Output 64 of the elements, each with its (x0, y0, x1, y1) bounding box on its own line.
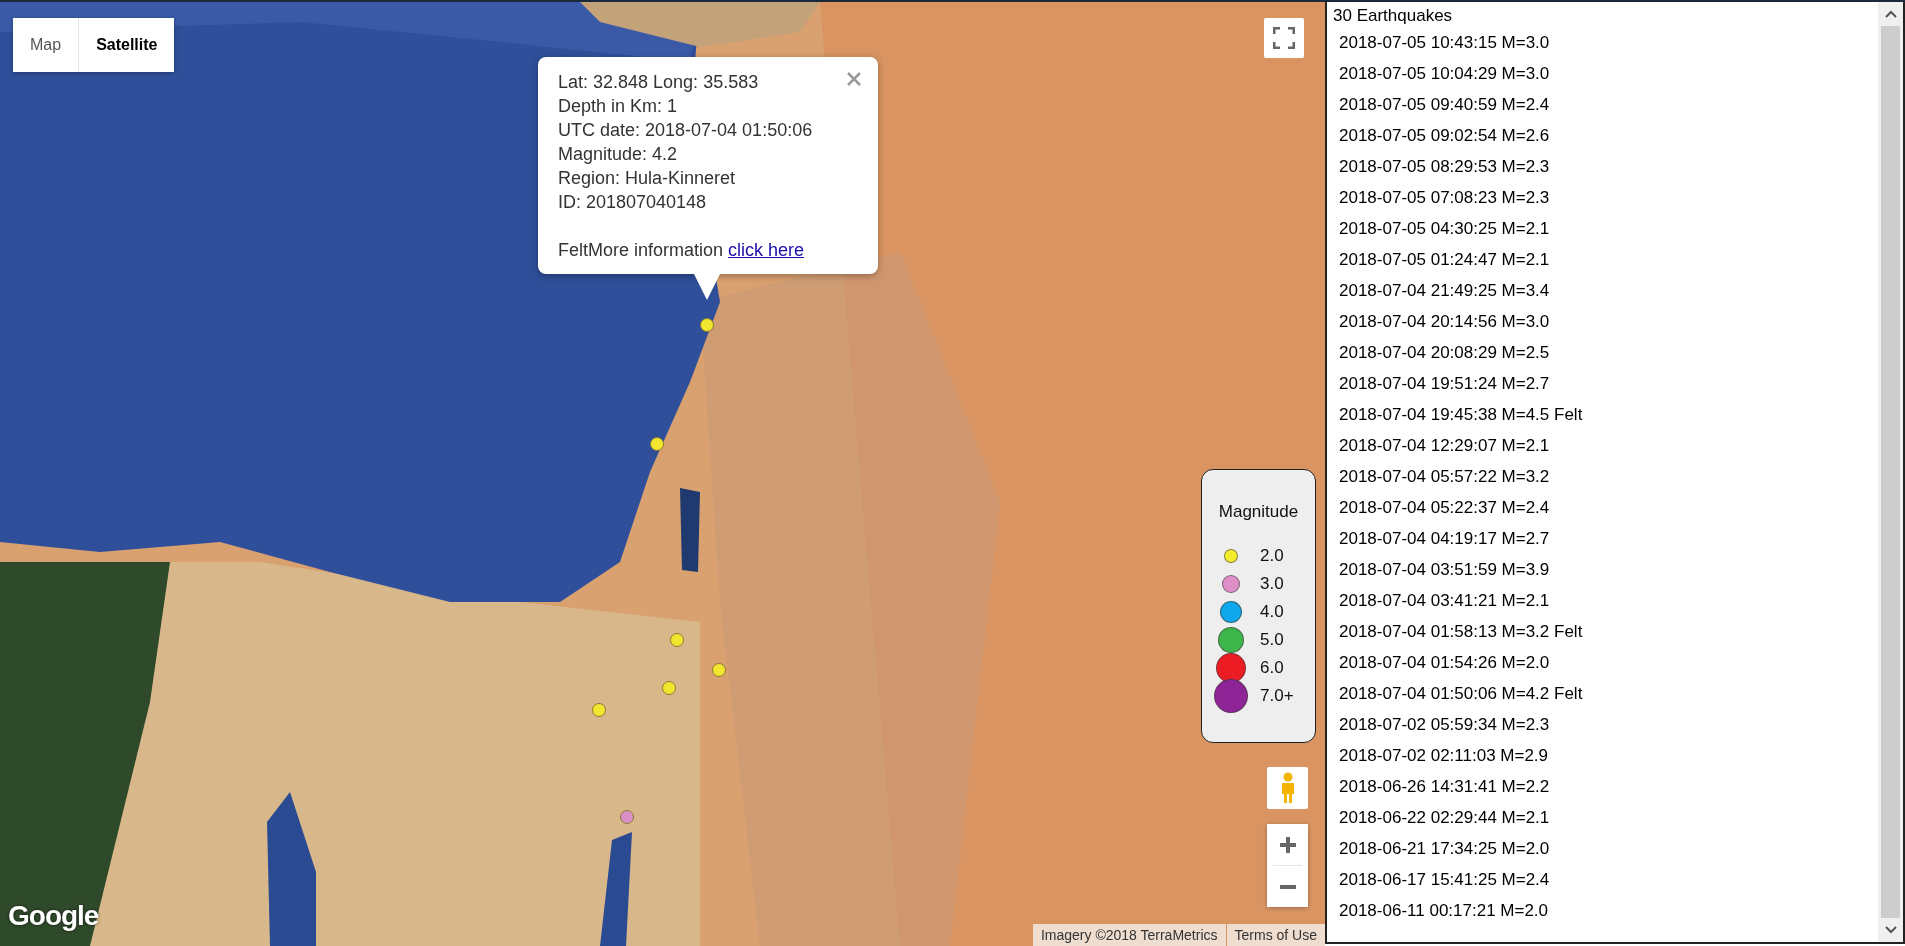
list-item[interactable]: 2018-07-05 10:43:15 M=3.0 (1333, 27, 1878, 58)
zoom-out-button[interactable] (1267, 866, 1308, 907)
list-item[interactable]: 2018-07-04 01:54:26 M=2.0 (1333, 647, 1878, 678)
list-item[interactable]: 2018-07-04 03:51:59 M=3.9 (1333, 554, 1878, 585)
info-text: Magnitude: 4.2 (558, 143, 678, 166)
list-item[interactable]: 2018-07-04 05:22:37 M=2.4 (1333, 492, 1878, 523)
info-text: Lat: 32.848 Long: 35.583 (558, 71, 759, 94)
scrollbar[interactable] (1878, 2, 1903, 942)
plus-icon (1278, 835, 1297, 854)
legend-label: 4.0 (1260, 602, 1284, 622)
list-item[interactable]: 2018-06-26 14:31:41 M=2.2 (1333, 771, 1878, 802)
scrollbar-thumb[interactable] (1881, 26, 1900, 918)
list-item[interactable]: 2018-07-04 20:08:29 M=2.5 (1333, 337, 1878, 368)
zoom-in-button[interactable] (1267, 824, 1308, 865)
list-item[interactable]: 2018-07-04 19:45:38 M=4.5 Felt (1333, 399, 1878, 430)
terms-link[interactable]: Terms of Use (1226, 924, 1325, 946)
fullscreen-button[interactable] (1264, 18, 1304, 58)
legend-label: 2.0 (1260, 546, 1284, 566)
info-text: Region: Hula-Kinneret (558, 167, 736, 190)
list-item[interactable]: 2018-06-22 02:29:44 M=2.1 (1333, 802, 1878, 833)
map-type-tab[interactable]: Map (13, 18, 80, 72)
list-item[interactable]: 2018-07-04 01:58:13 M=3.2 Felt (1333, 616, 1878, 647)
scroll-up-icon (1884, 10, 1897, 18)
legend-label: 3.0 (1260, 574, 1284, 594)
list-item[interactable]: 2018-07-05 10:04:29 M=3.0 (1333, 58, 1878, 89)
list-item[interactable]: 2018-06-21 17:34:25 M=2.0 (1333, 833, 1878, 864)
map-type-tab[interactable]: Satellite (79, 18, 175, 72)
list-item[interactable]: 2018-07-05 09:40:59 M=2.4 (1333, 89, 1878, 120)
list-item[interactable]: 2018-07-04 01:50:06 M=4.2 Felt (1333, 678, 1878, 709)
list-item[interactable]: 2018-07-04 20:14:56 M=3.0 (1333, 306, 1878, 337)
list-item[interactable]: 2018-06-11 00:17:21 M=2.0 (1333, 895, 1878, 926)
person-icon (1279, 772, 1296, 804)
list-item[interactable]: 2018-07-04 21:49:25 M=3.4 (1333, 275, 1878, 306)
info-text: FeltMore information click here (558, 239, 805, 262)
list-item[interactable]: 2018-07-04 05:57:22 M=3.2 (1333, 461, 1878, 492)
list-item[interactable]: 2018-07-04 19:51:24 M=2.7 (1333, 368, 1878, 399)
imagery-credit: Imagery ©2018 TerraMetrics (1032, 924, 1226, 946)
more-info-link[interactable]: click here (728, 240, 805, 260)
close-button[interactable] (846, 71, 862, 87)
list-item[interactable]: 2018-07-04 04:19:17 M=2.7 (1333, 523, 1878, 554)
close-icon (847, 72, 861, 86)
legend-label: 6.0 (1260, 658, 1284, 678)
street-view-button[interactable] (1267, 767, 1308, 809)
info-text: UTC date: 2018-07-04 01:50:06 (558, 119, 813, 142)
list-item[interactable]: 2018-07-05 09:02:54 M=2.6 (1333, 120, 1878, 151)
list-item[interactable]: 2018-07-05 08:29:53 M=2.3 (1333, 151, 1878, 182)
list-item[interactable]: 2018-07-05 01:24:47 M=2.1 (1333, 244, 1878, 275)
legend-title: Magnitude (1217, 502, 1300, 522)
legend-label: 7.0+ (1260, 686, 1294, 706)
info-text: Depth in Km: 1 (558, 95, 678, 118)
list-item[interactable]: 2018-06-17 15:41:25 M=2.4 (1333, 864, 1878, 895)
list-item[interactable]: 2018-07-02 05:59:34 M=2.3 (1333, 709, 1878, 740)
list-title: 30 Earthquakes (1333, 5, 1454, 27)
list-item[interactable]: 2018-07-04 03:41:21 M=2.1 (1333, 585, 1878, 616)
minus-icon (1278, 884, 1297, 889)
fullscreen-icon (1273, 27, 1295, 49)
scroll-down-icon (1884, 926, 1897, 934)
info-text: ID: 201807040148 (558, 191, 707, 214)
list-item[interactable]: 2018-07-02 02:11:03 M=2.9 (1333, 740, 1878, 771)
list-item[interactable]: 2018-07-05 07:08:23 M=2.3 (1333, 182, 1878, 213)
list-item[interactable]: 2018-07-04 12:29:07 M=2.1 (1333, 430, 1878, 461)
legend-label: 5.0 (1260, 630, 1284, 650)
list-item[interactable]: 2018-07-05 04:30:25 M=2.1 (1333, 213, 1878, 244)
map-logo: Google (8, 900, 99, 932)
